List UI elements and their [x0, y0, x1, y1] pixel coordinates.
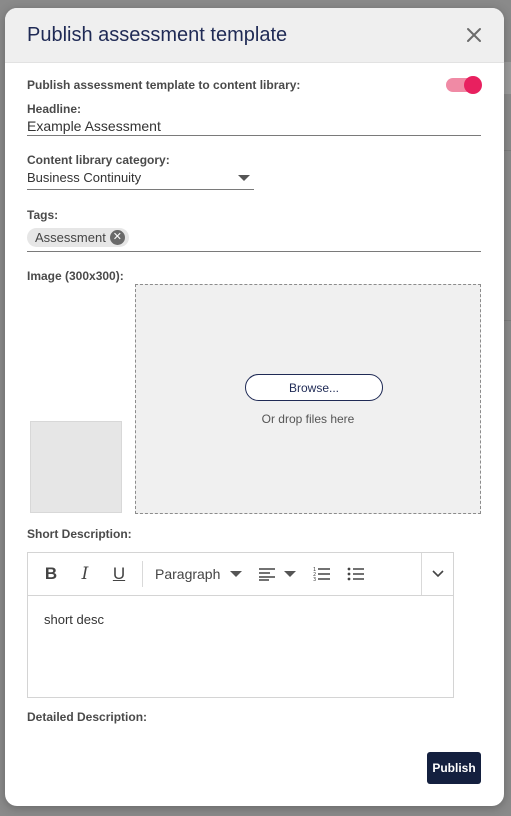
- image-preview-placeholder: [30, 421, 122, 513]
- drop-files-text: Or drop files here: [261, 412, 355, 426]
- tags-input[interactable]: Assessment ✕: [27, 224, 481, 252]
- chevron-down-icon: [284, 571, 296, 577]
- background-panel-edge: [503, 62, 511, 94]
- browse-button[interactable]: Browse...: [245, 374, 383, 401]
- publish-button[interactable]: Publish: [427, 752, 481, 784]
- publish-toggle-label: Publish assessment template to content l…: [27, 78, 301, 92]
- italic-button[interactable]: I: [68, 553, 102, 595]
- category-label: Content library category:: [27, 153, 170, 167]
- image-dropzone[interactable]: Browse... Or drop files here: [135, 284, 481, 514]
- tag-chip-label: Assessment: [35, 230, 106, 245]
- modal-header: Publish assessment template: [5, 8, 504, 63]
- numbered-list-icon: 1 2 3: [313, 567, 330, 582]
- align-left-icon: [259, 568, 275, 581]
- short-description-label: Short Description:: [27, 527, 132, 541]
- tags-label: Tags:: [27, 208, 59, 222]
- tag-chip: Assessment ✕: [27, 228, 129, 247]
- underline-button[interactable]: U: [102, 553, 136, 595]
- short-description-textarea[interactable]: short desc: [27, 596, 454, 698]
- chevron-down-icon: [230, 571, 243, 577]
- image-label: Image (300x300):: [27, 269, 124, 283]
- background-divider: [503, 150, 511, 151]
- chevron-down-icon: [238, 174, 250, 181]
- detailed-description-label-wrap: Detailed Description:: [27, 710, 147, 724]
- publish-template-modal: Publish assessment template Publish asse…: [5, 8, 504, 806]
- detailed-description-label: Detailed Description:: [27, 710, 148, 724]
- toolbar-divider: [142, 561, 143, 587]
- headline-input[interactable]: Example Assessment: [27, 116, 481, 136]
- short-description-editor: B I U Paragraph 1 2 3 short desc: [27, 552, 454, 698]
- publish-toggle-row: Publish assessment template to content l…: [27, 76, 482, 94]
- more-options-button[interactable]: [421, 553, 453, 595]
- bulleted-list-button[interactable]: [339, 553, 373, 595]
- publish-toggle[interactable]: [446, 76, 482, 94]
- align-dropdown[interactable]: [249, 553, 305, 595]
- chevron-down-icon: [431, 570, 444, 578]
- category-field: Content library category: Business Conti…: [27, 153, 254, 190]
- svg-text:3: 3: [313, 577, 316, 582]
- short-description-label-wrap: Short Description:: [27, 527, 132, 541]
- bulleted-list-icon: [347, 567, 364, 581]
- bold-button[interactable]: B: [34, 553, 68, 595]
- category-select[interactable]: Business Continuity: [27, 167, 254, 190]
- image-label-wrap: Image (300x300):: [27, 269, 124, 283]
- modal-title: Publish assessment template: [27, 23, 288, 46]
- headline-field: Headline: Example Assessment: [27, 102, 481, 136]
- close-icon[interactable]: [462, 23, 486, 47]
- category-selected: Business Continuity: [27, 170, 142, 185]
- toggle-knob: [464, 76, 482, 94]
- headline-label: Headline:: [27, 102, 82, 116]
- remove-tag-icon[interactable]: ✕: [109, 230, 125, 245]
- tags-field: Tags: Assessment ✕: [27, 208, 481, 252]
- editor-toolbar: B I U Paragraph 1 2 3: [27, 552, 454, 596]
- background-divider: [503, 320, 511, 321]
- numbered-list-button[interactable]: 1 2 3: [305, 553, 339, 595]
- block-format-label: Paragraph: [155, 566, 221, 582]
- block-format-dropdown[interactable]: Paragraph: [149, 553, 249, 595]
